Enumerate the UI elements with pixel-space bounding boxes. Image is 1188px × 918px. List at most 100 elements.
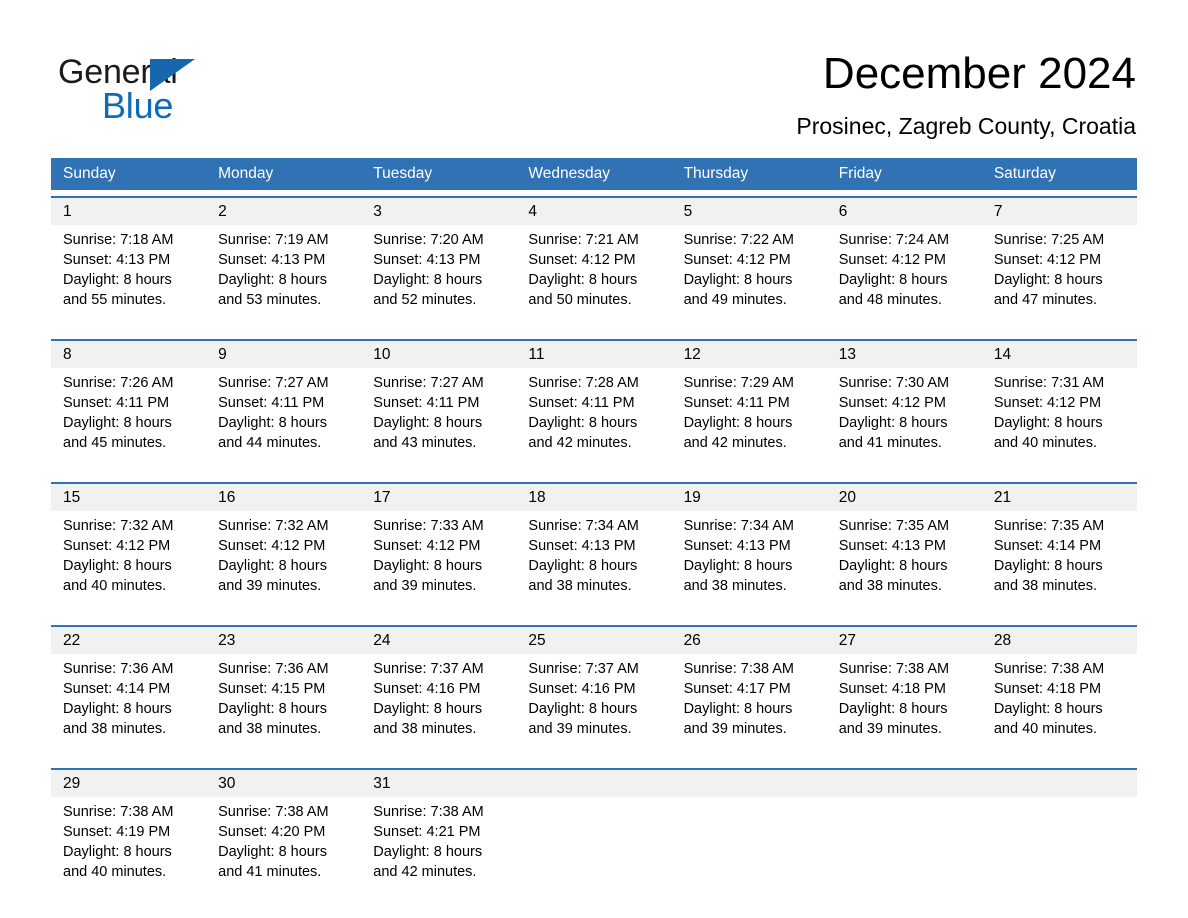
daylight-text-line2: and 38 minutes.	[993, 578, 1098, 594]
daylight-text-line1: Daylight: 8 hours	[373, 844, 483, 860]
week-row: 8 9 10 11 12 13 14 Sunrise: 7:26 AM Suns…	[51, 339, 1137, 476]
sunrise-text: Sunrise: 7:38 AM	[838, 661, 950, 677]
sunrise-text: Sunrise: 7:35 AM	[993, 518, 1105, 534]
sunset-text: Sunset: 4:12 PM	[528, 252, 636, 268]
title-block: December 2024 Prosinec, Zagreb County, C…	[796, 48, 1136, 140]
daylight-text-line2: and 40 minutes.	[63, 578, 167, 594]
sunset-text: Sunset: 4:12 PM	[218, 538, 326, 554]
sunset-text: Sunset: 4:19 PM	[63, 824, 171, 840]
sunrise-text: Sunrise: 7:37 AM	[528, 661, 639, 677]
daylight-text-line1: Daylight: 8 hours	[63, 415, 172, 431]
day-number[interactable]: 15	[51, 484, 206, 511]
daylight-text-line2: and 47 minutes.	[993, 292, 1098, 308]
day-cell: Sunrise: 7:21 AM Sunset: 4:12 PM Dayligh…	[516, 230, 671, 324]
sunset-text: Sunset: 4:11 PM	[528, 395, 635, 411]
sunset-text: Sunset: 4:13 PM	[683, 538, 791, 554]
day-cell-empty	[672, 802, 827, 896]
day-cell: Sunrise: 7:35 AM Sunset: 4:13 PM Dayligh…	[827, 516, 982, 610]
day-number[interactable]: 30	[206, 770, 361, 797]
daylight-text-line2: and 43 minutes.	[373, 435, 477, 451]
week-row: 22 23 24 25 26 27 28 Sunrise: 7:36 AM Su…	[51, 625, 1137, 762]
day-cell-empty	[982, 802, 1137, 896]
day-cell: Sunrise: 7:32 AM Sunset: 4:12 PM Dayligh…	[51, 516, 206, 610]
day-number[interactable]: 5	[672, 198, 827, 225]
daylight-text-line1: Daylight: 8 hours	[993, 415, 1103, 431]
daylight-text-line2: and 38 minutes.	[63, 721, 167, 737]
day-cell: Sunrise: 7:35 AM Sunset: 4:14 PM Dayligh…	[982, 516, 1137, 610]
day-number[interactable]: 24	[361, 627, 516, 654]
daylight-text-line1: Daylight: 8 hours	[528, 272, 638, 288]
day-number[interactable]: 27	[827, 627, 982, 654]
day-number[interactable]: 13	[827, 341, 982, 368]
sunrise-text: Sunrise: 7:21 AM	[528, 232, 639, 248]
day-number-band: 1 2 3 4 5 6 7	[51, 198, 1137, 225]
day-number[interactable]: 21	[982, 484, 1137, 511]
day-number[interactable]: 4	[516, 198, 671, 225]
daylight-text-line2: and 55 minutes.	[63, 292, 167, 308]
sunrise-text: Sunrise: 7:32 AM	[218, 518, 329, 534]
day-number[interactable]: 19	[672, 484, 827, 511]
day-number-band: 22 23 24 25 26 27 28	[51, 627, 1137, 654]
day-number[interactable]: 16	[206, 484, 361, 511]
sunrise-text: Sunrise: 7:38 AM	[993, 661, 1105, 677]
page-header: General Blue December 2024 Prosinec, Zag…	[0, 0, 1188, 150]
sunrise-text: Sunrise: 7:20 AM	[373, 232, 484, 248]
weekday-header-wednesday: Wednesday	[528, 165, 610, 182]
day-number[interactable]: 26	[672, 627, 827, 654]
sunrise-text: Sunrise: 7:37 AM	[373, 661, 484, 677]
day-number[interactable]: 18	[516, 484, 671, 511]
generalblue-logo[interactable]: General Blue	[58, 52, 288, 128]
daylight-text-line2: and 42 minutes.	[373, 864, 477, 880]
daylight-text-line1: Daylight: 8 hours	[838, 272, 948, 288]
daylight-text-line1: Daylight: 8 hours	[63, 558, 172, 574]
daylight-text-line2: and 38 minutes.	[528, 578, 632, 594]
sunset-text: Sunset: 4:14 PM	[993, 538, 1102, 554]
day-number[interactable]: 22	[51, 627, 206, 654]
sunrise-text: Sunrise: 7:33 AM	[373, 518, 484, 534]
day-number[interactable]: 8	[51, 341, 206, 368]
day-number[interactable]: 29	[51, 770, 206, 797]
day-number[interactable]: 20	[827, 484, 982, 511]
day-number[interactable]: 11	[516, 341, 671, 368]
day-number[interactable]: 6	[827, 198, 982, 225]
day-number[interactable]: 17	[361, 484, 516, 511]
daylight-text-line2: and 39 minutes.	[218, 578, 322, 594]
day-number[interactable]: 12	[672, 341, 827, 368]
page-title: December 2024	[822, 49, 1136, 98]
day-cell: Sunrise: 7:37 AM Sunset: 4:16 PM Dayligh…	[516, 659, 671, 753]
day-number[interactable]: 28	[982, 627, 1137, 654]
sunrise-text: Sunrise: 7:26 AM	[63, 375, 174, 391]
sunset-text: Sunset: 4:11 PM	[683, 395, 790, 411]
logo-text-blue: Blue	[102, 85, 174, 126]
daylight-text-line2: and 48 minutes.	[838, 292, 942, 308]
day-cell: Sunrise: 7:22 AM Sunset: 4:12 PM Dayligh…	[672, 230, 827, 324]
day-cell: Sunrise: 7:36 AM Sunset: 4:15 PM Dayligh…	[206, 659, 361, 753]
day-number[interactable]: 3	[361, 198, 516, 225]
day-number[interactable]: 1	[51, 198, 206, 225]
sunset-text: Sunset: 4:18 PM	[993, 681, 1102, 697]
day-detail-band: Sunrise: 7:26 AM Sunset: 4:11 PM Dayligh…	[51, 368, 1137, 476]
sunset-text: Sunset: 4:21 PM	[373, 824, 481, 840]
day-number[interactable]: 9	[206, 341, 361, 368]
sunrise-text: Sunrise: 7:34 AM	[528, 518, 639, 534]
calendar-grid: Sunday Monday Tuesday Wednesday Thursday…	[51, 158, 1137, 905]
day-cell: Sunrise: 7:38 AM Sunset: 4:19 PM Dayligh…	[51, 802, 206, 896]
daylight-text-line1: Daylight: 8 hours	[528, 701, 638, 717]
daylight-text-line1: Daylight: 8 hours	[683, 272, 793, 288]
daylight-text-line1: Daylight: 8 hours	[993, 558, 1103, 574]
sunset-text: Sunset: 4:12 PM	[63, 538, 171, 554]
day-number[interactable]: 10	[361, 341, 516, 368]
day-number[interactable]: 2	[206, 198, 361, 225]
day-number[interactable]: 14	[982, 341, 1137, 368]
sunset-text: Sunset: 4:13 PM	[528, 538, 636, 554]
day-number[interactable]: 25	[516, 627, 671, 654]
daylight-text-line1: Daylight: 8 hours	[528, 558, 638, 574]
day-number[interactable]: 7	[982, 198, 1137, 225]
day-number[interactable]: 31	[361, 770, 516, 797]
sunrise-text: Sunrise: 7:27 AM	[218, 375, 329, 391]
daylight-text-line2: and 45 minutes.	[63, 435, 167, 451]
sunset-text: Sunset: 4:14 PM	[63, 681, 171, 697]
sunset-text: Sunset: 4:11 PM	[373, 395, 480, 411]
daylight-text-line2: and 53 minutes.	[218, 292, 322, 308]
day-number[interactable]: 23	[206, 627, 361, 654]
